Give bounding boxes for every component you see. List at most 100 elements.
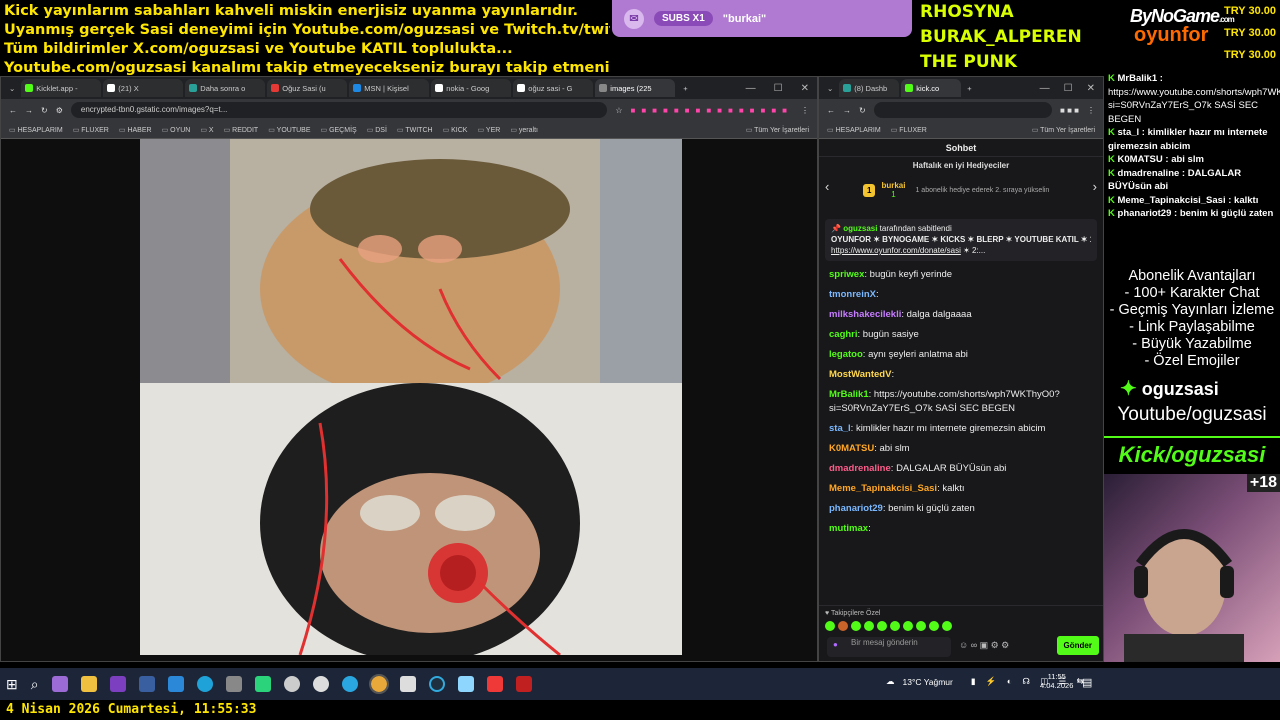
all-bookmarks[interactable]: Tüm Yer İşaretleri [746,126,809,134]
maximize-icon[interactable]: ☐ [1064,83,1073,94]
all-bookmarks[interactable]: Tüm Yer İşaretleri [1032,126,1095,134]
browser-tab[interactable]: (21) X [103,79,184,97]
extensions-icon[interactable]: ■ ■ ■ [1060,106,1079,115]
forward-icon[interactable]: → [25,106,33,115]
back-icon[interactable]: ← [9,106,17,115]
bookmark-item[interactable]: FLUXER [891,126,927,134]
clock[interactable]: 11:55 4.04.2026 [1040,672,1073,690]
emote-icon[interactable] [825,621,835,631]
pinned-link[interactable]: https://www.oyunfor.com/donate/sasi [831,246,961,255]
bookmark-star-icon[interactable]: ☆ [615,106,622,115]
circle-icon[interactable] [428,676,445,692]
emote-icon[interactable] [903,621,913,631]
emote-icon[interactable] [942,621,952,631]
browser-tab-active[interactable]: images (225 [595,79,676,97]
extensions-icon[interactable]: ■■■■■■■■■■■■■■■ [631,106,793,115]
new-tab-icon[interactable]: + [963,84,975,93]
site-info-icon[interactable]: ⚙ [56,106,63,115]
new-tab-icon[interactable]: + [677,84,693,93]
emoji-icon[interactable]: ☺ ∞ ▣ ⚙ ⚙ [959,640,1009,651]
app-icon[interactable] [254,676,271,692]
bookmark-item[interactable]: yeraltı [510,126,538,134]
send-button[interactable]: Gönder [1056,636,1099,655]
next-arrow-icon[interactable]: › [1093,179,1097,194]
onenote-icon[interactable] [109,676,126,692]
pen-icon[interactable] [51,676,68,692]
tab-menu-icon[interactable]: ⌄ [5,84,19,93]
emote-icon[interactable] [851,621,861,631]
bookmark-item[interactable]: GEÇMİŞ [321,126,357,134]
bookmark-item[interactable]: TWITCH [397,126,432,134]
gifter-name[interactable]: burkai [881,181,905,190]
bookmark-item[interactable]: DSİ [367,126,387,134]
steam-icon[interactable] [312,676,329,692]
chat-username[interactable]: spriwex [829,269,864,280]
bookmark-item[interactable]: HESAPLARIM [827,126,881,134]
chat-username[interactable]: milkshakecilekli [829,309,901,320]
chat-username[interactable]: MrBalik1 [829,389,869,400]
terminal-icon[interactable] [138,676,155,692]
chat-username[interactable]: MostWantedV [829,369,891,380]
chat-username[interactable]: mutimax [829,523,868,534]
bookmark-item[interactable]: HESAPLARIM [9,126,63,134]
camera-icon[interactable] [225,676,242,692]
menu-icon[interactable]: ⋮ [1087,106,1095,115]
chat-username[interactable]: caghri [829,329,858,340]
browser-tab[interactable]: Kicklet.app - [21,79,102,97]
menu-icon[interactable]: ⋮ [801,106,809,115]
emote-icon[interactable] [877,621,887,631]
emote-icon[interactable] [929,621,939,631]
windows-icon[interactable]: ⊞ [6,676,18,693]
chat-username[interactable]: K0MATSU [829,443,874,454]
chat-username[interactable]: sta_l [829,423,851,434]
refresh-icon[interactable] [167,676,184,692]
emote-icon[interactable] [838,621,848,631]
browser-tab[interactable]: Oğuz Sasi (u [267,79,348,97]
chatgpt-icon[interactable] [283,676,300,692]
bookmark-item[interactable]: REDDIT [224,126,258,134]
bookmark-item[interactable]: OYUN [162,126,190,134]
edge-icon[interactable] [196,676,213,692]
emote-icon[interactable] [864,621,874,631]
browser-tab[interactable]: Daha sonra o [185,79,266,97]
folder-icon[interactable] [80,676,97,692]
weather-icon[interactable]: ☁ [886,676,895,687]
emote-icon[interactable] [890,621,900,631]
telegram-icon[interactable] [341,676,358,692]
reload-icon[interactable]: ↻ [41,106,48,115]
minimize-icon[interactable]: — [1040,83,1050,94]
prev-arrow-icon[interactable]: ‹ [825,179,829,194]
forward-icon[interactable]: → [843,106,851,115]
url-field[interactable]: encrypted-tbn0.gstatic.com/images?q=t... [70,102,608,118]
bookmark-item[interactable]: YOUTUBE [268,126,311,134]
vivaldi-icon[interactable] [486,676,503,692]
reload-icon[interactable]: ↻ [859,106,866,115]
media-icon[interactable] [515,676,532,692]
notes-icon[interactable] [457,676,474,692]
emote-icon[interactable] [916,621,926,631]
browser-tab[interactable]: nokia - Goog [431,79,512,97]
close-icon[interactable]: ✕ [801,83,809,94]
message-input[interactable]: ● Bir mesaj gönderin [827,637,951,657]
maximize-icon[interactable]: ☐ [774,83,783,94]
tab-menu-icon[interactable]: ⌄ [823,84,837,93]
minimize-icon[interactable]: — [746,83,756,94]
bookmark-item[interactable]: KICK [443,126,467,134]
bookmark-item[interactable]: HABER [119,126,151,134]
chat-username[interactable]: legatoo [829,349,863,360]
browser-tab[interactable]: MSN | Kişisel [349,79,430,97]
chat-username[interactable]: tmonreinX [829,289,876,300]
browser-tab[interactable]: oğuz sasi - G [513,79,594,97]
browser-tab-active[interactable]: kick.co [901,79,962,97]
bookmark-item[interactable]: YER [477,126,500,134]
bookmark-item[interactable]: X [200,126,214,134]
chat-username[interactable]: phanariot29 [829,503,883,514]
notification-icon[interactable]: ▤ [1082,676,1092,689]
close-icon[interactable]: ✕ [1087,83,1095,94]
chrome-icon[interactable] [368,674,389,694]
obs-icon[interactable] [399,676,416,692]
chat-username[interactable]: Meme_Tapinakcisi_Sasi [829,483,937,494]
browser-tab[interactable]: (8) Dashb [839,79,900,97]
url-field[interactable] [873,102,1053,118]
back-icon[interactable]: ← [827,106,835,115]
